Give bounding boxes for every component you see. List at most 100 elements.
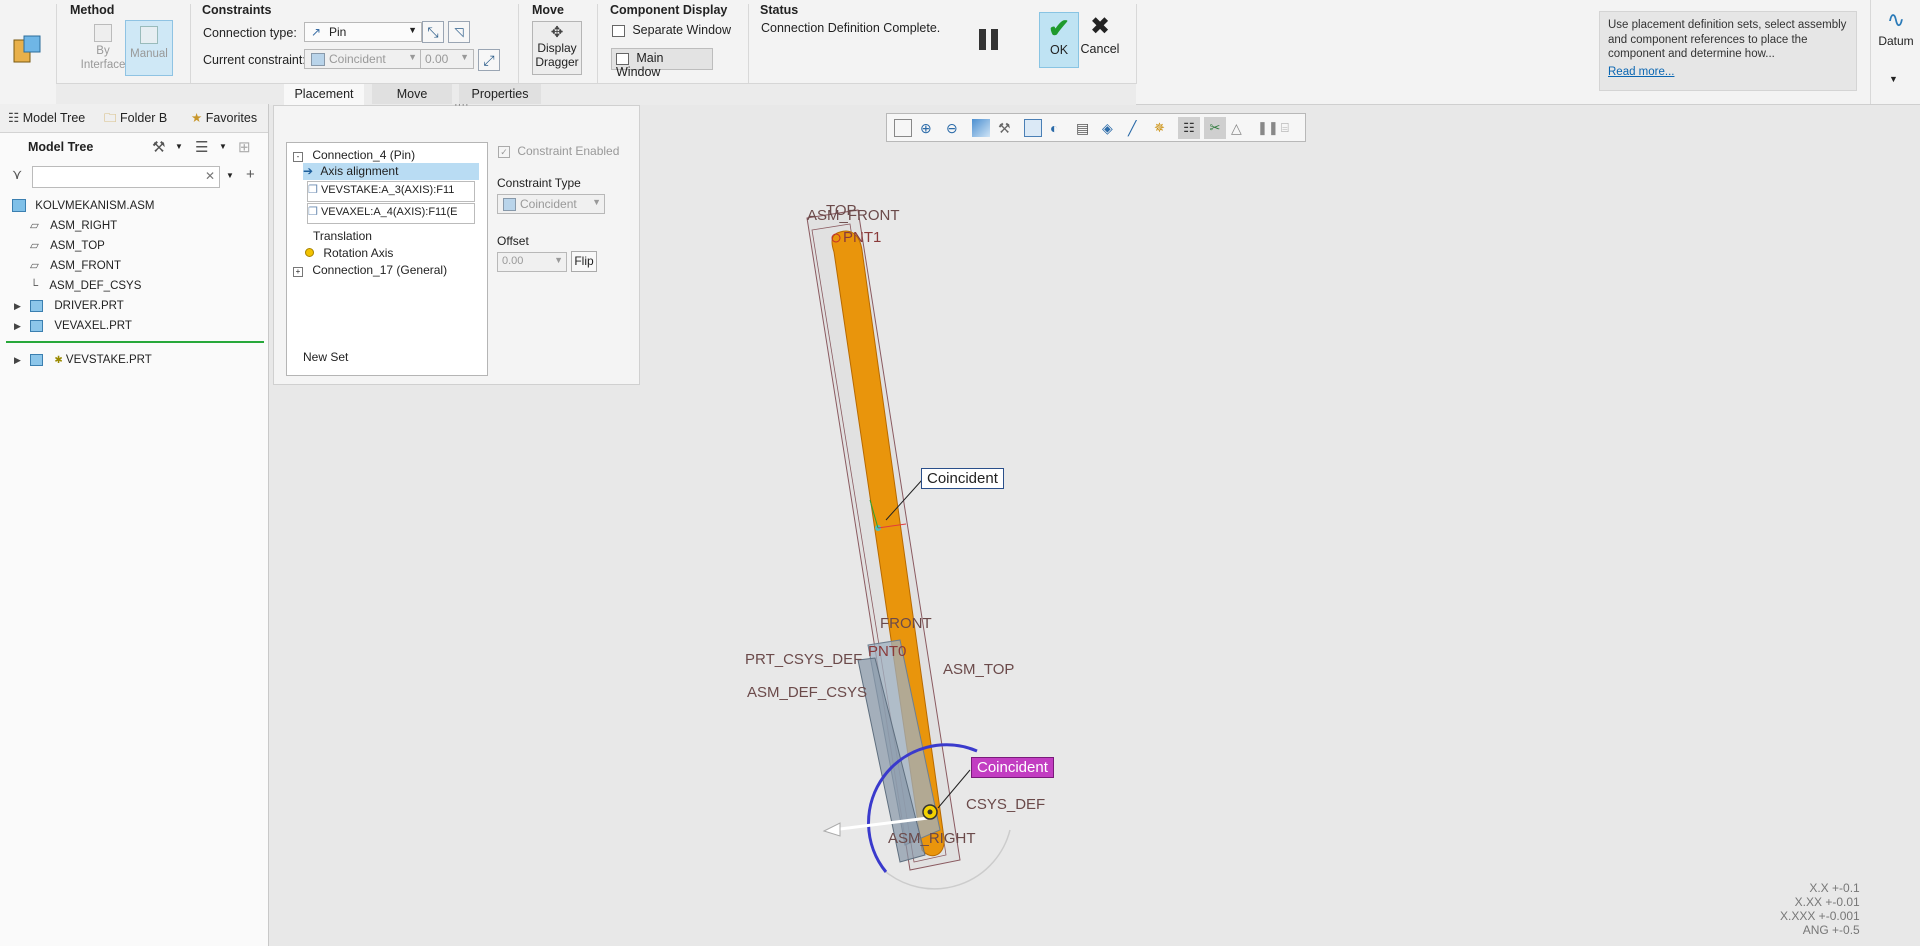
current-constraint-select[interactable]: Coincident ▼ xyxy=(304,49,422,69)
search-input[interactable]: ✕ xyxy=(32,166,220,188)
insert-indicator xyxy=(6,341,264,343)
columns-icon[interactable]: ⊞ xyxy=(238,138,251,156)
tree-item-vevaxel[interactable]: ▶ VEVAXEL.PRT xyxy=(14,316,132,336)
tree-item-root[interactable]: KOLVMEKANISM.ASM xyxy=(12,196,155,216)
cancel-button[interactable]: ✖ Cancel xyxy=(1080,12,1120,68)
read-more-link[interactable]: Read more... xyxy=(1608,66,1848,78)
tab-properties[interactable]: Properties xyxy=(459,84,541,104)
tab-folder-browser[interactable]: 🗀 Folder B xyxy=(104,104,174,132)
saved-views-icon[interactable] xyxy=(1024,119,1042,137)
perspective-icon[interactable]: ◈ xyxy=(1102,119,1120,137)
folder-icon: 🗀 xyxy=(104,111,117,125)
datum-button[interactable]: ∿ Datum xyxy=(1872,6,1920,68)
display-style-icon[interactable]: ◐ xyxy=(1050,119,1068,137)
by-interface-icon xyxy=(94,24,112,42)
offset-input-value: 0.00 xyxy=(425,52,449,66)
pause-icon[interactable]: ❚❚ xyxy=(1257,119,1279,137)
tree-item-label: ASM_DEF_CSYS xyxy=(49,280,142,292)
add-icon[interactable]: + xyxy=(246,166,255,183)
status-title: Status xyxy=(760,3,799,17)
tree-item-asm-right[interactable]: ▱ ASM_RIGHT xyxy=(30,216,117,236)
connection-type-value: Pin xyxy=(329,25,347,39)
section-icon[interactable]: ╱ xyxy=(1128,119,1146,137)
tree-item-asm-def-csys[interactable]: └ ASM_DEF_CSYS xyxy=(30,276,141,296)
chevron-down-icon[interactable]: ▼ xyxy=(1889,74,1898,84)
zoom-in-icon[interactable]: ⊕ xyxy=(920,119,938,137)
chevron-down-icon: ▼ xyxy=(460,52,469,62)
manual-icon xyxy=(140,26,158,44)
constraints-group-title: Constraints xyxy=(202,3,272,17)
by-interface-button[interactable]: By Interface xyxy=(80,22,126,78)
zoom-out-icon[interactable]: ⊖ xyxy=(946,119,964,137)
connection-type-select[interactable]: ↗ Pin ▼ xyxy=(304,22,422,42)
tab-model-tree[interactable]: ☷ Model Tree xyxy=(8,104,85,132)
ok-label: OK xyxy=(1049,43,1069,57)
tab-favorites[interactable]: ★ Favorites xyxy=(191,104,268,132)
manual-button[interactable]: Manual xyxy=(125,20,173,76)
tab-move[interactable]: Move xyxy=(372,84,452,104)
tree-item-asm-front[interactable]: ▱ ASM_FRONT xyxy=(30,256,121,276)
label-prt-csys-def: PRT_CSYS_DEF xyxy=(745,651,863,668)
tree-item-asm-top[interactable]: ▱ ASM_TOP xyxy=(30,236,105,256)
flip-connection-button[interactable]: ⤡ xyxy=(422,21,444,43)
chevron-down-icon[interactable]: ▼ xyxy=(226,171,234,180)
display-dragger-button[interactable]: ✥ Display Dragger xyxy=(532,21,582,75)
tree-item-label: VEVSTAKE.PRT xyxy=(65,354,152,366)
coincident-icon xyxy=(311,53,325,66)
tree-item-label: ASM_FRONT xyxy=(50,260,121,272)
refit-icon[interactable] xyxy=(894,119,912,137)
tree-item-driver[interactable]: ▶ DRIVER.PRT xyxy=(14,296,124,316)
offset-input[interactable]: 0.00 ▼ xyxy=(420,49,474,69)
expand-icon[interactable]: ▶ xyxy=(14,355,21,365)
tab-placement[interactable]: Placement xyxy=(284,84,364,106)
by-interface-label: By Interface xyxy=(80,45,126,71)
coincident-callout-selected[interactable]: Coincident xyxy=(971,757,1054,778)
show-icon[interactable]: ☰ xyxy=(195,138,208,156)
chevron-down-icon[interactable]: ▼ xyxy=(175,142,183,151)
plane-icon: ▱ xyxy=(30,240,39,252)
pause-icon xyxy=(979,29,986,50)
display-dragger-label: Display Dragger xyxy=(535,41,579,69)
annotation-display-icon[interactable]: ☷ xyxy=(1178,117,1200,139)
pause-button[interactable] xyxy=(976,28,1002,52)
reorient-icon[interactable]: ⚒ xyxy=(998,119,1016,137)
flip-constraint-button[interactable]: ⤢ xyxy=(478,49,500,71)
datum-display-icon[interactable]: ✵ xyxy=(1154,119,1172,137)
tree-item-vevstake[interactable]: ▶ ✱ VEVSTAKE.PRT xyxy=(14,350,152,370)
chevron-down-icon[interactable]: ▼ xyxy=(219,142,227,151)
spin-center-icon[interactable]: △ xyxy=(1231,119,1249,137)
view-manager-icon[interactable]: ▤ xyxy=(1076,119,1094,137)
close-icon: ✖ xyxy=(1089,13,1111,40)
repaint-icon[interactable] xyxy=(972,119,990,137)
coincident-callout[interactable]: Coincident xyxy=(921,468,1004,489)
dragger-icon: ✥ xyxy=(550,24,564,41)
tree-icon: ☷ xyxy=(8,111,20,125)
tree-item-label: ASM_TOP xyxy=(50,240,105,252)
expand-icon[interactable]: ▶ xyxy=(14,301,21,311)
model-viewport xyxy=(806,209,1011,890)
tree-item-label: DRIVER.PRT xyxy=(54,300,124,312)
tolerance-line: ANG +-0.5 xyxy=(1802,923,1860,937)
current-constraint-value: Coincident xyxy=(329,52,386,66)
label-csys-def: CSYS_DEF xyxy=(966,796,1046,813)
main-window-button[interactable]: Main Window xyxy=(611,48,713,79)
datum-icon: ∿ xyxy=(1886,7,1906,32)
label-front: FRONT xyxy=(880,615,932,632)
subtab-bar xyxy=(56,83,1136,105)
tools-icon[interactable]: ⌸ xyxy=(1281,119,1299,137)
flex-button[interactable]: ◹ xyxy=(448,21,470,43)
part-icon xyxy=(30,353,44,366)
filter-icon[interactable]: ⋎ xyxy=(12,166,22,183)
window-icon xyxy=(616,52,629,65)
help-text: Use placement definition sets, select as… xyxy=(1608,19,1847,60)
expand-icon[interactable]: ▶ xyxy=(14,321,21,331)
clear-icon[interactable]: ✕ xyxy=(205,169,215,183)
label-asm-front: ASM_FRONT xyxy=(807,207,900,224)
separate-window-button[interactable]: Separate Window xyxy=(612,23,731,43)
component-display-title: Component Display xyxy=(610,3,728,17)
constraint-display-icon[interactable]: ✂ xyxy=(1204,117,1226,139)
settings-icon[interactable]: ⚒ xyxy=(152,138,165,156)
ok-button[interactable]: ✔ OK xyxy=(1039,12,1079,68)
favorites-icon: ★ xyxy=(191,111,203,125)
ribbon: Method By Interface Manual Constraints C… xyxy=(0,0,1920,106)
